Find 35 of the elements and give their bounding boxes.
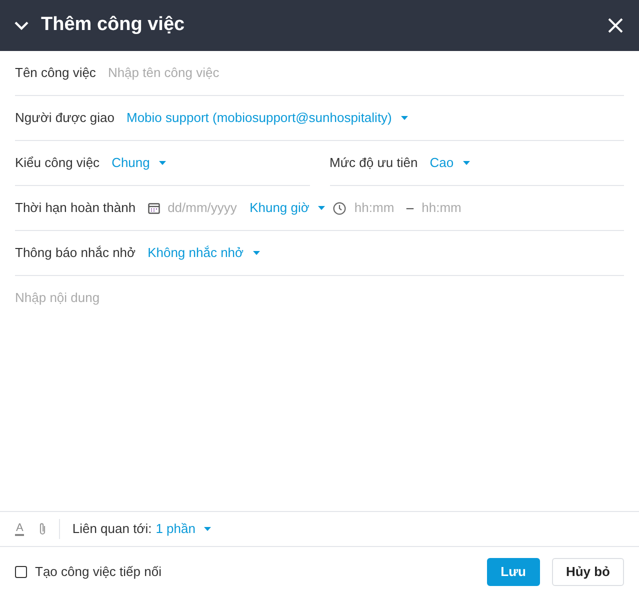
caret-icon bbox=[318, 206, 326, 210]
chevron-down-icon[interactable] bbox=[14, 21, 29, 30]
field-label: Tên công việc bbox=[15, 64, 96, 82]
paperclip-icon[interactable] bbox=[38, 522, 48, 536]
dialog-title: Thêm công việc bbox=[41, 13, 185, 38]
close-icon[interactable] bbox=[608, 18, 623, 33]
assignee-dropdown[interactable]: Mobio support (mobiosupport@sunhospitality) bbox=[126, 108, 408, 128]
follow-up-checkbox[interactable] bbox=[15, 566, 27, 578]
field-label: Kiểu công việc bbox=[15, 154, 100, 172]
start-time-field[interactable]: hh:mm bbox=[354, 198, 398, 218]
calendar-icon bbox=[148, 202, 160, 214]
caret-icon bbox=[462, 161, 470, 165]
related-label: Liên quan tới: bbox=[72, 520, 152, 538]
time-frame-dropdown[interactable]: Khung giờ bbox=[250, 198, 326, 218]
task-type-dropdown[interactable]: Chung bbox=[112, 153, 166, 173]
clock-icon bbox=[333, 202, 346, 214]
related-dropdown[interactable]: 1 phần bbox=[156, 519, 212, 539]
field-label: Người được giao bbox=[15, 109, 114, 128]
reminder-dropdown[interactable]: Không nhắc nhở bbox=[148, 243, 260, 263]
caret-icon bbox=[204, 527, 212, 531]
field-label: Thời hạn hoàn thành bbox=[15, 199, 136, 218]
priority-dropdown[interactable]: Cao bbox=[430, 153, 470, 173]
cancel-button[interactable]: Hủy bỏ bbox=[552, 558, 624, 586]
save-button[interactable]: Lưu bbox=[486, 558, 540, 586]
caret-icon bbox=[158, 161, 166, 165]
caret-icon bbox=[252, 251, 260, 255]
follow-up-label: Tạo công việc tiếp nối bbox=[35, 562, 162, 581]
range-separator: – bbox=[406, 199, 414, 218]
content-field[interactable]: Nhập nội dung bbox=[0, 276, 639, 511]
end-time-field[interactable]: hh:mm bbox=[422, 198, 466, 218]
field-label: Mức độ ưu tiên bbox=[330, 154, 418, 172]
caret-icon bbox=[400, 116, 408, 120]
field-label: Thông báo nhắc nhở bbox=[15, 244, 136, 262]
task-name-field[interactable]: Nhập tên công việc bbox=[108, 63, 624, 83]
date-field[interactable]: dd/mm/yyyy bbox=[168, 198, 240, 218]
